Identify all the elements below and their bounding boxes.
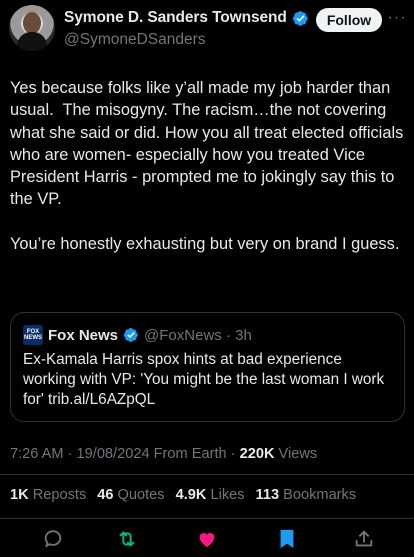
display-name[interactable]: Symone D. Sanders Townsend xyxy=(64,9,287,27)
tweet-text: Yes because folks like y’all made my job… xyxy=(10,79,404,254)
views-count: 220K xyxy=(239,446,275,462)
verified-badge-icon xyxy=(123,328,138,342)
meta-separator: · xyxy=(63,446,77,462)
likes-label: Likes xyxy=(206,487,245,503)
quoted-author-name: Fox News xyxy=(48,326,119,344)
views-label: Views xyxy=(274,446,318,462)
name-row: Symone D. Sanders Townsend xyxy=(64,9,309,27)
more-horizontal-icon[interactable]: ··· xyxy=(386,9,408,26)
reply-icon[interactable] xyxy=(40,526,66,552)
divider xyxy=(0,474,414,475)
quotes-count: 46 xyxy=(97,487,114,503)
follow-button[interactable]: Follow xyxy=(316,8,382,32)
bookmarks-stat[interactable]: 113 Bookmarks xyxy=(256,487,357,503)
bookmark-icon[interactable] xyxy=(274,526,300,552)
repost-icon[interactable] xyxy=(114,526,140,552)
tweet-date[interactable]: 19/08/2024 xyxy=(77,446,150,462)
tweet-metadata: 7:26 AM · 19/08/2024 From Earth · 220K V… xyxy=(10,446,317,462)
engagement-stats: 1K Reposts 46 Quotes 4.9K Likes 113 Book… xyxy=(10,487,356,503)
share-icon[interactable] xyxy=(351,526,377,552)
quotes-stat[interactable]: 46 Quotes xyxy=(97,487,164,503)
quotes-label: Quotes xyxy=(113,487,165,503)
quoted-handle-time: @FoxNews · 3h xyxy=(144,326,252,344)
likes-count: 4.9K xyxy=(175,487,207,503)
tweet-header: Symone D. Sanders Townsend @SymoneDSande… xyxy=(0,0,414,60)
logo-text-news: NEWS xyxy=(24,335,42,341)
author-handle[interactable]: @SymoneDSanders xyxy=(64,31,206,49)
meta-separator: · xyxy=(226,446,240,462)
reposts-stat[interactable]: 1K Reposts xyxy=(10,487,86,503)
avatar-body xyxy=(17,32,47,51)
reposts-count: 1K xyxy=(10,487,29,503)
quoted-tweet[interactable]: FOX NEWS Fox News @FoxNews · 3h Ex-Kamal… xyxy=(10,312,405,422)
bookmarks-label: Bookmarks xyxy=(279,487,357,503)
action-bar xyxy=(0,522,414,557)
avatar[interactable] xyxy=(9,5,55,51)
like-icon[interactable] xyxy=(194,526,220,552)
reposts-label: Reposts xyxy=(28,487,87,503)
likes-stat[interactable]: 4.9K Likes xyxy=(176,487,245,503)
tweet-time[interactable]: 7:26 AM xyxy=(10,446,64,462)
fox-news-logo: FOX NEWS xyxy=(23,325,43,345)
avatar-face xyxy=(23,12,41,34)
quoted-tweet-text: Ex-Kamala Harris spox hints at bad exper… xyxy=(23,351,385,408)
divider xyxy=(0,518,414,519)
bookmarks-count: 113 xyxy=(255,487,280,503)
tweet-source: From Earth xyxy=(149,446,227,462)
quoted-tweet-header: FOX NEWS Fox News @FoxNews · 3h xyxy=(23,325,252,345)
verified-badge-icon xyxy=(292,10,308,26)
